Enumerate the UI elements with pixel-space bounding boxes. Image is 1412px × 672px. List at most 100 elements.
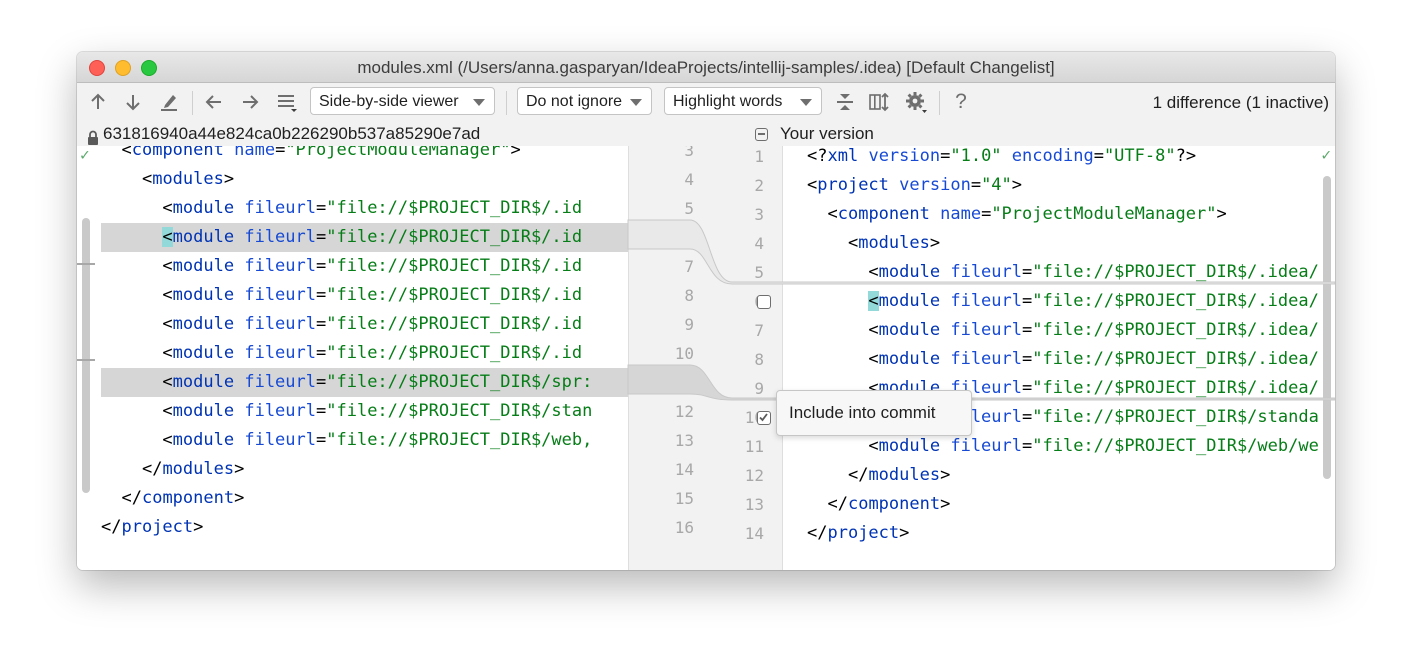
code-token-tag xyxy=(224,146,234,160)
code-token-tag: < xyxy=(162,227,173,247)
code-token-kw: module xyxy=(172,430,235,450)
code-line[interactable]: </project> xyxy=(77,513,628,542)
code-line[interactable]: <module fileurl="file://$PROJECT_DIR$/.i… xyxy=(77,281,628,310)
code-token-attr: fileurl xyxy=(244,227,316,247)
collapse-unchanged-icon[interactable] xyxy=(832,89,858,115)
code-token-tag: > xyxy=(234,459,245,479)
left-line-number: 11 xyxy=(674,373,694,392)
code-token-tag: = xyxy=(1022,262,1033,282)
include-checkbox[interactable] xyxy=(757,295,771,309)
sync-scroll-icon[interactable] xyxy=(867,89,893,115)
title-bar: modules.xml (/Users/anna.gasparyan/IdeaP… xyxy=(77,52,1335,83)
code-token-tag xyxy=(940,320,950,340)
code-line[interactable]: <module fileurl="file://$PROJECT_DIR$/.i… xyxy=(77,339,628,368)
code-line[interactable]: <module fileurl="file://$PROJECT_DIR$/.i… xyxy=(77,252,628,281)
chevron-down-icon xyxy=(800,99,812,106)
viewer-mode-select[interactable]: Side-by-side viewer xyxy=(310,87,495,115)
code-token-tag: = xyxy=(981,204,992,224)
left-editor[interactable]: ✓ <component name="ProjectModuleManager"… xyxy=(77,146,628,570)
code-token-tag: = xyxy=(1022,436,1033,456)
code-token-tag: < xyxy=(162,198,173,218)
code-line[interactable]: <modules> xyxy=(77,165,628,194)
code-token-tag: </ xyxy=(101,517,122,537)
ignore-whitespace-select[interactable]: Do not ignore xyxy=(517,87,652,115)
code-line[interactable]: <module fileurl="file://$PROJECT_DIR$/.i… xyxy=(783,316,1335,345)
code-token-str: "ProjectModuleManager" xyxy=(285,146,511,160)
code-text: <project version="4"> xyxy=(807,171,1022,200)
code-token-kw: module xyxy=(172,372,235,392)
highlight-mode-select[interactable]: Highlight words xyxy=(664,87,822,115)
code-line[interactable]: <module fileurl="file://$PROJECT_DIR$/st… xyxy=(77,397,628,426)
code-token-tag xyxy=(234,227,244,247)
code-line[interactable]: <module fileurl="file://$PROJECT_DIR$/we… xyxy=(783,432,1335,461)
code-text: <modules> xyxy=(807,229,940,258)
help-icon[interactable]: ? xyxy=(948,89,974,115)
code-token-tag: > xyxy=(899,523,910,543)
settings-icon[interactable] xyxy=(903,89,929,115)
code-token-str: "4" xyxy=(981,175,1012,195)
code-token-kw: module xyxy=(172,401,235,421)
right-line-number: 11 xyxy=(744,437,764,456)
left-line-number: 10 xyxy=(674,344,694,363)
right-editor[interactable]: ✓ <?xml version="1.0" encoding="UTF-8"?>… xyxy=(783,146,1335,570)
collapse-icon[interactable] xyxy=(755,127,768,141)
code-line[interactable]: <module fileurl="file://$PROJECT_DIR$/.i… xyxy=(77,310,628,339)
code-token-attr: fileurl xyxy=(950,436,1022,456)
code-token-str: "file://$PROJECT_DIR$/.id xyxy=(326,227,583,247)
code-text: <modules> xyxy=(101,165,234,194)
code-token-tag xyxy=(930,204,940,224)
code-line[interactable]: <module fileurl="file://$PROJECT_DIR$/.i… xyxy=(783,287,1335,316)
code-text: <module fileurl="file://$PROJECT_DIR$/we… xyxy=(807,432,1318,461)
code-line[interactable]: </component> xyxy=(783,490,1335,519)
right-line-number: 14 xyxy=(744,524,764,543)
apply-change-icon[interactable]: » xyxy=(639,226,650,247)
code-line[interactable]: </modules> xyxy=(783,461,1335,490)
code-line[interactable]: </project> xyxy=(783,519,1335,548)
code-token-str: "file://$PROJECT_DIR$/.id xyxy=(326,314,583,334)
code-line[interactable]: </modules> xyxy=(77,455,628,484)
code-line[interactable]: <module fileurl="file://$PROJECT_DIR$/.i… xyxy=(101,223,628,252)
code-line[interactable]: <module fileurl="file://$PROJECT_DIR$/.i… xyxy=(77,194,628,223)
code-token-attr: fileurl xyxy=(244,372,316,392)
code-token-attr: fileurl xyxy=(244,285,316,305)
edit-icon[interactable] xyxy=(156,89,182,115)
code-text: <module fileurl="file://$PROJECT_DIR$/.i… xyxy=(101,252,582,281)
code-line[interactable]: <component name="ProjectModuleManager"> xyxy=(77,146,628,165)
code-line[interactable]: </component> xyxy=(77,484,628,513)
code-line[interactable]: <modules> xyxy=(783,229,1335,258)
code-token-tag: </ xyxy=(121,488,142,508)
window-title: modules.xml (/Users/anna.gasparyan/IdeaP… xyxy=(357,58,1055,77)
list-menu-icon[interactable] xyxy=(274,89,300,115)
code-token-tag xyxy=(940,291,950,311)
arrow-right-icon[interactable] xyxy=(237,89,263,115)
code-token-kw: module xyxy=(172,256,235,276)
code-token-tag: < xyxy=(847,233,859,253)
code-token-tag: <? xyxy=(807,146,828,166)
code-line[interactable]: <?xml version="1.0" encoding="UTF-8"?> xyxy=(783,146,1335,171)
arrow-up-icon[interactable] xyxy=(85,89,111,115)
include-checkbox-checked[interactable] xyxy=(757,411,771,425)
code-token-tag: < xyxy=(868,320,879,340)
arrow-down-icon[interactable] xyxy=(120,89,146,115)
code-token-tag: < xyxy=(868,436,879,456)
code-token-tag: < xyxy=(162,256,173,276)
code-token-tag: < xyxy=(162,430,173,450)
code-text: <module fileurl="file://$PROJECT_DIR$/st… xyxy=(101,397,592,426)
code-line[interactable]: <module fileurl="file://$PROJECT_DIR$/.i… xyxy=(783,258,1335,287)
apply-change-icon[interactable]: » xyxy=(639,371,650,392)
code-line[interactable]: <project version="4"> xyxy=(783,171,1335,200)
code-token-tag: < xyxy=(868,349,879,369)
code-token-kw: project xyxy=(827,523,900,543)
code-token-str: "file://$PROJECT_DIR$/.id xyxy=(326,285,583,305)
code-token-attr: fileurl xyxy=(950,291,1022,311)
right-line-number: 7 xyxy=(754,321,764,340)
code-line[interactable]: <module fileurl="file://$PROJECT_DIR$/.i… xyxy=(783,345,1335,374)
arrow-left-icon[interactable] xyxy=(201,89,227,115)
code-line[interactable]: <module fileurl="file://$PROJECT_DIR$/we… xyxy=(77,426,628,455)
code-text: <module fileurl="file://$PROJECT_DIR$/.i… xyxy=(101,310,582,339)
code-line[interactable]: <component name="ProjectModuleManager"> xyxy=(783,200,1335,229)
code-line[interactable]: <module fileurl="file://$PROJECT_DIR$/sp… xyxy=(101,368,628,397)
code-token-str: "file://$PROJECT_DIR$/spr: xyxy=(326,372,593,392)
code-token-tag: = xyxy=(1022,320,1033,340)
code-token-tag: = xyxy=(1022,291,1033,311)
